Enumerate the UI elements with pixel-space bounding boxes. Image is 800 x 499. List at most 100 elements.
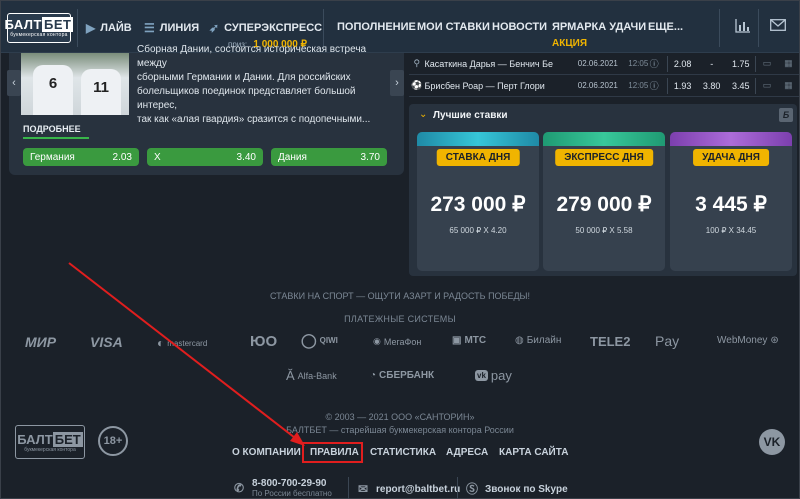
mail-icon[interactable] — [769, 19, 787, 35]
baltbet-logo[interactable]: БАЛТ БЕТ букмекерская контора — [5, 13, 74, 43]
chevron-left-icon: ‹ — [12, 77, 16, 89]
logo-word-2: БЕТ — [42, 17, 74, 32]
menu-deposit-label: ПОПОЛНЕНИЕ — [337, 21, 416, 33]
news-text-line: так как «алая гвардия» сразится с подопе… — [137, 114, 371, 125]
more-link[interactable]: ПОДРОБНЕЕ — [23, 124, 81, 134]
nav-live[interactable]: ▶ ЛАЙВ — [86, 21, 132, 35]
news-text-line: Сборная Дании, состоится историческая вс… — [137, 44, 367, 69]
beeline-logo: ◍ Билайн — [515, 335, 561, 346]
news-image[interactable]: 6 11 — [21, 53, 129, 115]
stats-icon[interactable] — [734, 19, 752, 35]
odd-button-draw[interactable]: Х 3.40 — [147, 148, 263, 166]
vk-icon[interactable]: VK — [759, 429, 785, 455]
menu-deposit[interactable]: ПОПОЛНЕНИЕ — [337, 21, 416, 33]
odd-value: 3.40 — [236, 151, 256, 163]
payment-name: Alfa-Bank — [297, 370, 337, 381]
menu-my-bets-label: МОИ СТАВКИ — [417, 21, 490, 33]
header-divider — [77, 9, 78, 47]
bet-card-sub: 50 000 ₽ X 5.58 — [575, 226, 633, 235]
payment-name: pay — [490, 368, 512, 383]
webmoney-logo: WebMoney ⊛ — [717, 335, 779, 346]
logo-word-2: БЕТ — [52, 431, 83, 447]
chevron-right-icon: › — [395, 77, 399, 89]
menu-more[interactable]: ЕЩЕ... — [648, 21, 683, 33]
qiwi-icon: ◯ — [301, 332, 317, 348]
menu-more-label: ЕЩЕ... — [648, 21, 684, 33]
email-address: report@baltbet.ru — [376, 483, 461, 495]
megafon-icon: ◉ — [373, 336, 381, 346]
age-restriction-badge: 18+ — [98, 426, 128, 456]
link-addresses[interactable]: АДРЕСА — [446, 447, 488, 458]
bet-card-amount: 273 000 ₽ — [430, 193, 526, 216]
promo-label[interactable]: АКЦИЯ — [552, 38, 587, 49]
menu-news[interactable]: НОВОСТИ — [492, 21, 547, 33]
odd-value[interactable]: 2.08 — [668, 59, 697, 69]
best-bets-title[interactable]: Лучшие ставки — [433, 110, 508, 121]
tv-icon[interactable]: ▭ — [756, 80, 777, 91]
email-contact[interactable]: ✉ report@baltbet.ru — [356, 482, 460, 496]
baltbet-badge-icon: Б — [779, 108, 793, 122]
link-statistics[interactable]: СТАТИСТИКА — [370, 447, 436, 458]
sberbank-logo: ◔ СБЕРБАНК — [370, 370, 434, 381]
phone-block: 8-800-700-29-90 По России бесплатно — [252, 478, 332, 498]
nav-line[interactable]: ☰ ЛИНИЯ — [144, 21, 199, 35]
odd-value[interactable]: - — [697, 59, 726, 69]
link-sitemap[interactable]: КАРТА САЙТА — [499, 447, 568, 458]
payment-name: МИР — [25, 334, 57, 350]
payment-name: МегаФон — [383, 336, 422, 347]
payment-name: СБЕРБАНК — [379, 370, 435, 381]
match-row[interactable]: ⚽ Брисбен Роар — Перт Глори 02.06.2021 1… — [409, 75, 799, 97]
bet-card-top — [417, 132, 539, 146]
phone-contact[interactable]: ✆ 8-800-700-29-90 По России бесплатно — [232, 478, 332, 498]
more-underline — [23, 137, 89, 139]
info-icon[interactable]: ⓘ — [650, 57, 667, 70]
play-icon: ▶ — [86, 21, 96, 35]
match-row[interactable]: ⚲ Касаткина Дарья — Бенчич Бе 02.06.2021… — [409, 53, 799, 75]
footer-logo[interactable]: БАЛТ БЕТ букмекерская контора — [15, 425, 85, 459]
bet-card-express[interactable]: ЭКСПРЕСС ДНЯ 279 000 ₽ 50 000 ₽ X 5.58 — [543, 132, 665, 271]
info-icon[interactable]: ⓘ — [650, 79, 667, 92]
phone-number: 8-800-700-29-90 — [252, 478, 327, 489]
vk-pay-icon: vk — [475, 370, 488, 381]
mts-logo: ▣ МТС — [452, 335, 486, 346]
odd-value[interactable]: 1.93 — [668, 81, 697, 91]
bet-card-day[interactable]: СТАВКА ДНЯ 273 000 ₽ 65 000 ₽ X 4.20 — [417, 132, 539, 271]
odd-button-away[interactable]: Дания 3.70 — [271, 148, 387, 166]
tennis-icon: ⚲ — [413, 58, 421, 68]
best-bets-panel: ⌄ Лучшие ставки Б СТАВКА ДНЯ 273 000 ₽ 6… — [409, 104, 797, 276]
megafon-logo: ◉ МегаФон — [373, 336, 421, 347]
copyright: © 2003 — 2021 ООО «САНТОРИН» — [325, 412, 475, 422]
odd-value[interactable]: 3.45 — [726, 81, 755, 91]
payment-name: mastercard — [167, 338, 208, 348]
tv-icon[interactable]: ▭ — [756, 58, 777, 69]
nav-line-label: ЛИНИЯ — [159, 22, 200, 34]
bet-card-luck[interactable]: УДАЧА ДНЯ 3 445 ₽ 100 ₽ X 34.45 — [670, 132, 792, 271]
highlight-box — [302, 442, 363, 463]
match-title: Брисбен Роар — Перт Глори — [424, 80, 545, 91]
vk-pay-logo: vk pay — [475, 368, 512, 383]
odd-value[interactable]: 3.80 — [697, 81, 726, 91]
match-date: 02.06.2021 — [577, 81, 618, 90]
odd-button-home[interactable]: Германия 2.03 — [23, 148, 139, 166]
mail-icon-svg — [770, 19, 786, 31]
rocket-icon: ➶ — [209, 21, 220, 35]
link-about[interactable]: О КОМПАНИИ — [232, 447, 301, 458]
skype-contact[interactable]: Ⓢ Звонок по Skype — [465, 482, 568, 496]
stats-icon[interactable]: ▦ — [778, 58, 799, 69]
mts-icon: ▣ — [452, 335, 462, 346]
nav-superexpress[interactable]: ➶ СУПЕРЭКСПРЕСС — [209, 21, 322, 35]
bet-card-label: СТАВКА ДНЯ — [436, 149, 520, 166]
match-time: 12:05 — [628, 59, 649, 68]
payment-systems-title: ПЛАТЕЖНЫЕ СИСТЕМЫ — [344, 314, 456, 324]
next-arrow-button[interactable]: › — [390, 70, 404, 96]
chevron-down-icon[interactable]: ⌄ — [419, 109, 427, 120]
header-divider — [758, 9, 759, 47]
apple-pay-logo: Pay — [652, 333, 679, 349]
menu-luck-fair[interactable]: ЯРМАРКА УДАЧИ — [552, 21, 646, 33]
sber-icon: ◔ — [370, 370, 377, 381]
menu-my-bets[interactable]: МОИ СТАВКИ — [417, 21, 490, 33]
webmoney-icon: ⊛ — [770, 335, 779, 346]
prev-arrow-button[interactable]: ‹ — [7, 70, 21, 96]
stats-icon[interactable]: ▦ — [778, 80, 799, 91]
odd-value[interactable]: 1.75 — [726, 59, 755, 69]
